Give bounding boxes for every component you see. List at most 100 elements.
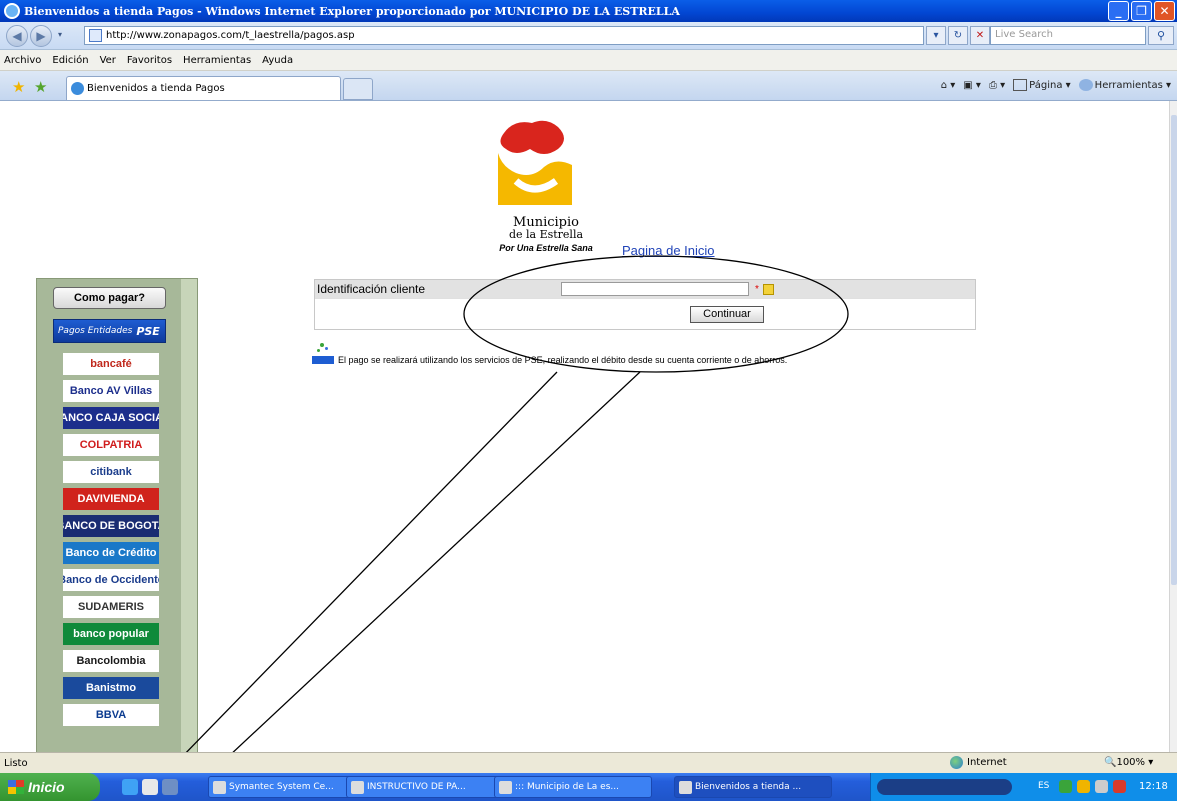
tab-bienvenidos[interactable]: Bienvenidos a tienda Pagos <box>66 76 341 100</box>
bank-logo-3[interactable]: COLPATRIA <box>63 434 159 456</box>
tab-bar: ★ ★ Bienvenidos a tienda Pagos ⌂ ▾ ▣ ▾ ⎙… <box>0 71 1177 101</box>
pse-small-icon <box>312 341 334 365</box>
menu-ver[interactable]: Ver <box>100 55 116 66</box>
scroll-thumb[interactable] <box>1171 115 1177 585</box>
feeds-icon[interactable]: ▣ ▾ <box>963 80 981 91</box>
home-icon[interactable]: ⌂ ▾ <box>941 80 956 91</box>
add-favorites-icon[interactable]: ★ <box>34 78 47 96</box>
forward-button[interactable]: ▶ <box>30 25 52 47</box>
history-dropdown-icon[interactable]: ▾ <box>58 30 62 39</box>
bank-logo-9[interactable]: SUDAMERIS <box>63 596 159 618</box>
status-text: Listo <box>4 757 28 769</box>
page-menu-label: Página <box>1029 80 1063 91</box>
bank-logo-0[interactable]: bancafé <box>63 353 159 375</box>
task-button-3[interactable]: Bienvenidos a tienda ... <box>674 776 832 798</box>
menu-favoritos[interactable]: Favoritos <box>127 55 172 66</box>
stop-button[interactable]: ✕ <box>970 26 990 45</box>
bank-logo-5[interactable]: DAVIVIENDA <box>63 488 159 510</box>
task-app-icon <box>351 781 364 794</box>
bank-logo-10[interactable]: banco popular <box>63 623 159 645</box>
taskbar: Inicio Symantec System Ce... INSTRUCTIVO … <box>0 773 1177 801</box>
task-label: Bienvenidos a tienda ... <box>695 782 802 792</box>
bank-logo-4[interactable]: citibank <box>63 461 159 483</box>
system-tray: ES 12:18 <box>870 773 1177 801</box>
back-button[interactable]: ◀ <box>6 25 28 47</box>
sidebar-strip <box>181 279 197 752</box>
ie-icon <box>4 3 20 19</box>
address-dropdown-button[interactable]: ▾ <box>926 26 946 45</box>
identification-input[interactable] <box>561 282 749 296</box>
continuar-button[interactable]: Continuar <box>690 306 764 323</box>
bank-logo-1[interactable]: Banco AV Villas <box>63 380 159 402</box>
ie-page-icon <box>71 82 84 95</box>
window-title: Bienvenidos a tienda Pagos - Windows Int… <box>24 4 680 18</box>
task-button-0[interactable]: Symantec System Ce... <box>208 776 366 798</box>
task-app-icon <box>213 781 226 794</box>
alert-icon[interactable] <box>1113 780 1126 793</box>
start-label: Inicio <box>28 779 65 795</box>
page-menu[interactable]: Página ▾ <box>1013 79 1071 91</box>
search-icon[interactable]: ⚲ <box>1148 26 1174 45</box>
url-text: http://www.zonapagos.com/t_laestrella/pa… <box>106 30 355 41</box>
minimize-button[interactable]: _ <box>1108 1 1129 21</box>
home-link[interactable]: Pagina de Inicio <box>622 243 715 258</box>
window-controls: _ ❐ ✕ <box>1108 1 1175 21</box>
bank-logo-8[interactable]: Banco de Occidente <box>63 569 159 591</box>
language-indicator[interactable]: ES <box>1038 781 1049 791</box>
bank-logo-13[interactable]: BBVA <box>63 704 159 726</box>
bank-logo-11[interactable]: Bancolombia <box>63 650 159 672</box>
menu-ayuda[interactable]: Ayuda <box>262 55 293 66</box>
print-icon[interactable]: ⎙ ▾ <box>989 80 1005 91</box>
internet-globe-icon <box>950 756 963 769</box>
tools-menu[interactable]: Herramientas ▾ <box>1078 79 1171 91</box>
municipio-logo: Municipio de la Estrella Por Una Estrell… <box>480 119 612 253</box>
windows-flag-icon <box>8 780 24 794</box>
task-button-1[interactable]: INSTRUCTIVO DE PA... <box>346 776 504 798</box>
security-zone: Internet <box>950 756 1007 769</box>
command-bar: ⌂ ▾ ▣ ▾ ⎙ ▾ Página ▾ Herramientas ▾ <box>941 79 1171 91</box>
start-button[interactable]: Inicio <box>0 773 100 801</box>
task-label: ::: Municipio de La es... <box>515 782 619 792</box>
favorites-star-icon[interactable]: ★ <box>12 78 25 96</box>
menu-herramientas[interactable]: Herramientas <box>183 55 251 66</box>
page-content: Municipio de la Estrella Por Una Estrell… <box>6 101 1169 752</box>
pse-logo: PSE <box>136 324 160 338</box>
tools-menu-label: Herramientas <box>1094 80 1163 91</box>
vertical-scrollbar[interactable] <box>1169 101 1177 752</box>
new-tab-button[interactable] <box>343 78 373 100</box>
clock: 12:18 <box>1139 781 1168 792</box>
menu-edicion[interactable]: Edición <box>52 55 88 66</box>
network-icon[interactable] <box>1059 780 1072 793</box>
zoom-control[interactable]: 🔍100% ▾ <box>1104 757 1153 768</box>
address-input[interactable]: http://www.zonapagos.com/t_laestrella/pa… <box>84 26 924 45</box>
media-player-bar[interactable] <box>877 779 1012 795</box>
info-icon[interactable] <box>762 283 774 295</box>
como-pagar-button[interactable]: Como pagar? <box>53 287 166 309</box>
task-button-2[interactable]: ::: Municipio de La es... <box>494 776 652 798</box>
menu-bar: Archivo Edición Ver Favoritos Herramient… <box>0 50 1177 71</box>
close-button[interactable]: ✕ <box>1154 1 1175 21</box>
task-label: Symantec System Ce... <box>229 782 334 792</box>
quicklaunch-ie-icon[interactable] <box>122 779 138 795</box>
refresh-button[interactable]: ↻ <box>948 26 968 45</box>
pse-label: Pagos Entidades <box>58 326 133 336</box>
search-input[interactable]: Live Search <box>990 26 1146 45</box>
logo-tagline: Por Una Estrella Sana <box>499 243 593 253</box>
bank-logo-7[interactable]: Banco de Crédito <box>63 542 159 564</box>
bank-logo-12[interactable]: Banistmo <box>63 677 159 699</box>
bank-logo-6[interactable]: BANCO DE BOGOTA <box>63 515 159 537</box>
zone-label: Internet <box>967 757 1007 768</box>
address-toolbar: ◀ ▶ ▾ http://www.zonapagos.com/t_laestre… <box>0 22 1177 50</box>
pse-note: El pago se realizará utilizando los serv… <box>312 341 787 365</box>
bank-logo-2[interactable]: BANCO CAJA SOCIAL <box>63 407 159 429</box>
logo-name-line2: de la Estrella <box>508 228 584 241</box>
title-bar: Bienvenidos a tienda Pagos - Windows Int… <box>0 0 1177 22</box>
pse-button[interactable]: Pagos Entidades PSE <box>53 319 166 343</box>
quicklaunch-desktop-icon[interactable] <box>162 779 178 795</box>
maximize-button[interactable]: ❐ <box>1131 1 1152 21</box>
antivirus-icon[interactable] <box>1077 780 1090 793</box>
volume-icon[interactable] <box>1095 780 1108 793</box>
menu-archivo[interactable]: Archivo <box>4 55 41 66</box>
task-app-icon <box>679 781 692 794</box>
quicklaunch-media-icon[interactable] <box>142 779 158 795</box>
